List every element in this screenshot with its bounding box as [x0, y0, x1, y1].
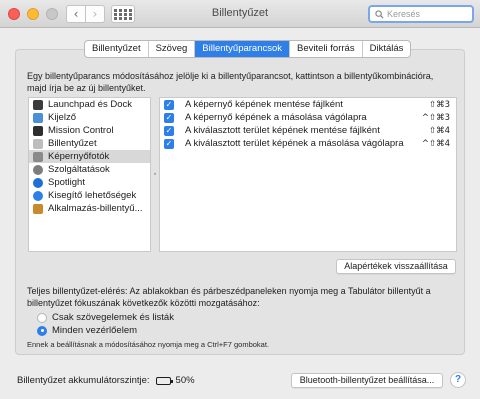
- battery-status: Billentyűzet akkumulátorszintje: 50%: [17, 375, 195, 386]
- search-input[interactable]: [387, 9, 467, 19]
- help-button[interactable]: ?: [450, 372, 466, 388]
- category-label: Alkalmazás-billentyű...: [48, 203, 143, 214]
- shortcut-label: A képernyő képének a másolása vágólapra: [185, 112, 367, 123]
- category-label: Kisegítő lehetőségek: [48, 190, 137, 201]
- services-gear-icon: [33, 164, 43, 175]
- category-item-app-shortcuts[interactable]: Alkalmazás-billentyű...: [29, 202, 150, 215]
- shortcut-keys[interactable]: ^⇧⌘4: [422, 139, 450, 149]
- launchpad-icon: [33, 99, 43, 110]
- shortcut-checkbox[interactable]: ✓: [164, 125, 174, 136]
- shortcut-row[interactable]: ✓ A képernyő képének a másolása vágólapr…: [160, 111, 456, 124]
- tab-input-sources[interactable]: Beviteli forrás: [290, 41, 363, 57]
- spotlight-icon: [33, 177, 43, 188]
- divider-handle-icon: ▪: [153, 171, 157, 178]
- bluetooth-keyboard-setup-button[interactable]: Bluetooth-billentyűzet beállítása...: [291, 373, 443, 388]
- shortcut-label: A kiválasztott terület képének mentése f…: [185, 125, 380, 136]
- category-item-display[interactable]: Kijelző: [29, 111, 150, 124]
- ctrl-f7-note: Ennek a beállításnak a módosításához nyo…: [27, 340, 270, 349]
- shortcut-keys[interactable]: ⇧⌘4: [429, 126, 450, 136]
- category-item-keyboard[interactable]: Billentyűzet: [29, 137, 150, 150]
- search-icon: [375, 9, 384, 19]
- shortcut-label: A kiválasztott terület képének a másolás…: [185, 138, 404, 149]
- shortcut-keys[interactable]: ^⇧⌘3: [422, 113, 450, 123]
- radio-all-controls[interactable]: Minden vezérlőelem: [37, 325, 137, 336]
- category-label: Szolgáltatások: [48, 164, 110, 175]
- category-label: Mission Control: [48, 125, 114, 136]
- shortcut-row[interactable]: ✓ A kiválasztott terület képének mentése…: [160, 124, 456, 137]
- category-label: Képernyőfotók: [48, 151, 110, 162]
- radio-button[interactable]: [37, 312, 47, 323]
- category-list[interactable]: Launchpad és Dock Kijelző Mission Contro…: [28, 97, 151, 252]
- search-field[interactable]: [368, 5, 474, 23]
- shortcut-list[interactable]: ✓ A képernyő képének mentése fájlként ⇧⌘…: [159, 97, 457, 252]
- shortcut-row[interactable]: ✓ A képernyő képének mentése fájlként ⇧⌘…: [160, 98, 456, 111]
- category-label: Billentyűzet: [48, 138, 97, 149]
- accessibility-icon: [33, 190, 43, 201]
- category-item-spotlight[interactable]: Spotlight: [29, 176, 150, 189]
- split-view-divider[interactable]: ▪: [151, 97, 159, 252]
- category-item-screenshots[interactable]: Képernyőfotók: [29, 150, 150, 163]
- screenshot-icon: [33, 151, 43, 162]
- keyboard-icon: [33, 138, 43, 149]
- title-bar: ‹ › Billentyűzet: [0, 0, 480, 28]
- tab-dictation[interactable]: Diktálás: [363, 41, 411, 57]
- radio-label: Csak szövegelemek és listák: [52, 312, 174, 323]
- restore-defaults-button[interactable]: Alapértékek visszaállítása: [336, 259, 456, 274]
- category-item-services[interactable]: Szolgáltatások: [29, 163, 150, 176]
- instructions-text: Egy billentyűparancs módosításához jelöl…: [27, 71, 434, 93]
- shortcut-row[interactable]: ✓ A kiválasztott terület képének a másol…: [160, 137, 456, 150]
- category-label: Launchpad és Dock: [48, 99, 132, 110]
- tab-shortcuts[interactable]: Billentyűparancsok: [195, 41, 291, 57]
- category-item-accessibility[interactable]: Kisegítő lehetőségek: [29, 189, 150, 202]
- tab-keyboard[interactable]: Billentyűzet: [85, 41, 149, 57]
- display-icon: [33, 112, 43, 123]
- mission-control-icon: [33, 125, 43, 136]
- radio-button-selected[interactable]: [37, 325, 47, 336]
- shortcut-checkbox[interactable]: ✓: [164, 138, 174, 149]
- tab-text[interactable]: Szöveg: [149, 41, 196, 57]
- category-item-launchpad[interactable]: Launchpad és Dock: [29, 98, 150, 111]
- battery-percent: 50%: [175, 375, 195, 386]
- app-shortcuts-icon: [33, 203, 43, 214]
- radio-text-and-lists[interactable]: Csak szövegelemek és listák: [37, 312, 174, 323]
- battery-label: Billentyűzet akkumulátorszintje:: [17, 375, 150, 386]
- category-label: Spotlight: [48, 177, 85, 188]
- shortcut-checkbox[interactable]: ✓: [164, 112, 174, 123]
- shortcut-checkbox[interactable]: ✓: [164, 99, 174, 110]
- category-label: Kijelző: [48, 112, 76, 123]
- shortcut-label: A képernyő képének mentése fájlként: [185, 99, 343, 110]
- battery-icon: [155, 376, 173, 385]
- full-keyboard-access-text: Teljes billentyűzet-elérés: Az ablakokba…: [27, 286, 431, 308]
- radio-label: Minden vezérlőelem: [52, 325, 138, 336]
- shortcut-keys[interactable]: ⇧⌘3: [429, 100, 450, 110]
- tab-bar: Billentyűzet Szöveg Billentyűparancsok B…: [84, 40, 412, 58]
- category-item-mission-control[interactable]: Mission Control: [29, 124, 150, 137]
